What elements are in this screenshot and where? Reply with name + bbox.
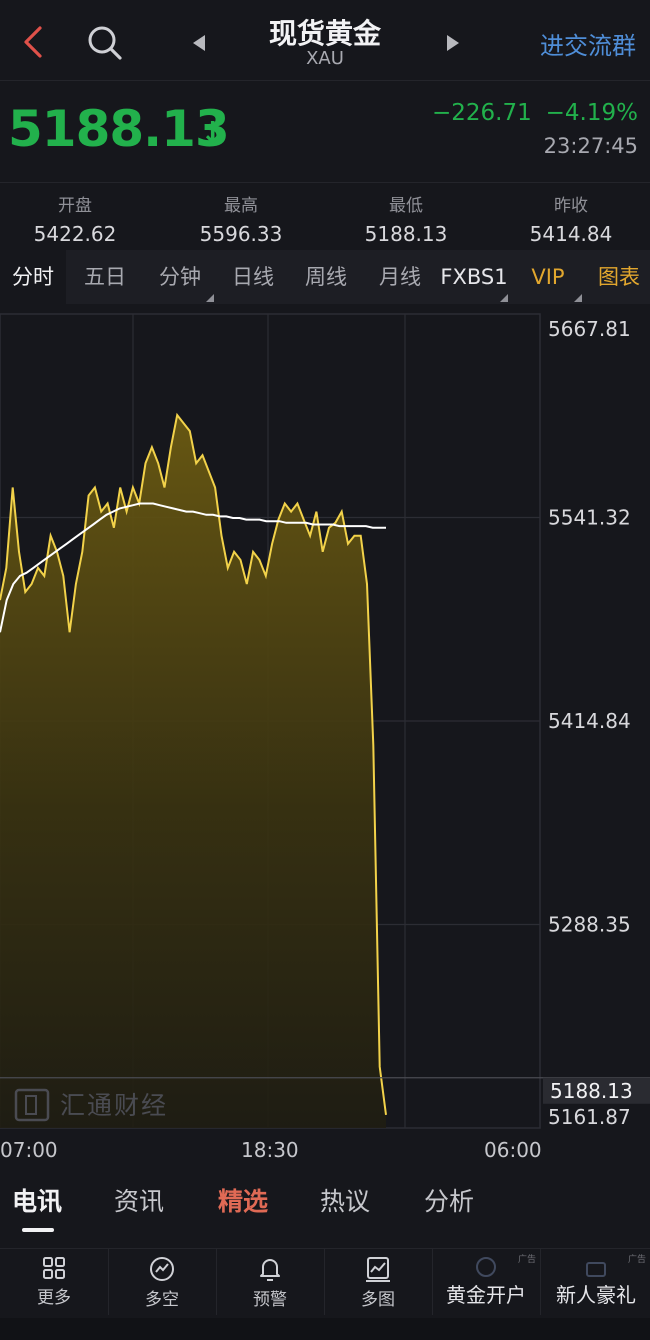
toolbar-label: 更多 xyxy=(37,1288,71,1308)
quote-panel: 5188.13 ↓ −226.71 −4.19% 23:27:45 xyxy=(0,80,650,183)
intraday-chart[interactable]: 5667.81 5541.32 5414.84 5288.35 5161.875188.… xyxy=(0,304,650,1168)
period-tabs: 分时 五日 分钟 日线 周线 月线 FXBS1 VIP 图表 xyxy=(0,250,650,304)
ad-badge: 广告 xyxy=(627,1255,646,1265)
x-tick-label: 06:00 xyxy=(484,1138,542,1162)
stat-value: 5422.62 xyxy=(33,222,117,246)
stat-label: 最高 xyxy=(224,196,258,216)
x-tick-label: 18:30 xyxy=(241,1138,299,1162)
stat-label: 最低 xyxy=(389,196,423,216)
tab-label: VIP xyxy=(531,265,565,289)
search-button[interactable] xyxy=(82,20,126,64)
stat-high: 最高 5596.33 xyxy=(166,183,316,246)
dropdown-corner-icon xyxy=(574,294,582,302)
tab-label: FXBS1 xyxy=(440,265,508,289)
stat-value: 5596.33 xyxy=(199,222,283,246)
news-tab-discussion[interactable]: 热议 xyxy=(320,1182,370,1218)
y-tick-label: 5288.35 xyxy=(548,913,631,937)
dropdown-corner-icon xyxy=(500,294,508,302)
alert-button[interactable]: 预警 xyxy=(216,1249,325,1315)
account-icon xyxy=(476,1257,496,1277)
stats-row: 开盘 5422.62 最高 5596.33 最低 5188.13 昨收 5414… xyxy=(0,183,650,249)
gold-account-ad-button[interactable]: 广告 黄金开户 xyxy=(432,1249,541,1315)
news-tab-info[interactable]: 资讯 xyxy=(114,1182,164,1218)
y-tick-label: 5667.81 xyxy=(548,317,631,341)
header-bar: 现货黄金 XAU 进交流群 xyxy=(0,0,650,81)
grid-icon xyxy=(43,1257,65,1279)
active-tab-indicator xyxy=(22,1228,54,1232)
triangle-left-icon xyxy=(193,35,205,51)
tab-weekly[interactable]: 周线 xyxy=(290,250,362,304)
stat-label: 开盘 xyxy=(58,196,92,216)
stat-low: 最低 5188.13 xyxy=(331,183,481,246)
stat-value: 5414.84 xyxy=(529,222,613,246)
watermark-logo-icon xyxy=(12,1086,52,1122)
toolbar-label: 多图 xyxy=(361,1290,395,1310)
toolbar-label: 新人豪礼 xyxy=(556,1283,636,1307)
bull-bear-icon xyxy=(150,1257,174,1281)
tab-fxbs1[interactable]: FXBS1 xyxy=(438,250,510,304)
next-instrument-button[interactable] xyxy=(440,30,466,56)
more-button[interactable]: 更多 xyxy=(0,1249,109,1315)
toolbar-label: 多空 xyxy=(145,1290,179,1310)
tab-label: 分钟 xyxy=(159,265,201,289)
multi-chart-icon xyxy=(366,1257,390,1282)
stat-value: 5188.13 xyxy=(364,222,448,246)
bell-icon xyxy=(260,1259,280,1281)
chevron-left-icon xyxy=(24,26,42,58)
search-icon xyxy=(88,26,122,60)
current-price: 5188.13 xyxy=(8,100,230,158)
quote-time: 23:27:45 xyxy=(543,134,638,158)
news-tab-analysis[interactable]: 分析 xyxy=(424,1182,474,1218)
tab-minute[interactable]: 分钟 xyxy=(144,250,216,304)
bull-bear-button[interactable]: 多空 xyxy=(108,1249,217,1315)
arrow-down-icon: ↓ xyxy=(200,116,226,151)
x-tick-label: 07:00 xyxy=(0,1138,58,1162)
watermark-text: 汇通财经 xyxy=(60,1091,169,1120)
stat-label: 昨收 xyxy=(554,196,588,216)
toolbar-label: 预警 xyxy=(253,1290,287,1310)
tab-chart-settings[interactable]: 图表 xyxy=(588,250,650,304)
last-price-label: 5188.13 xyxy=(550,1079,633,1103)
tab-monthly[interactable]: 月线 xyxy=(364,250,436,304)
triangle-right-icon xyxy=(447,35,459,51)
gift-icon xyxy=(586,1262,606,1277)
instrument-code: XAU xyxy=(306,48,344,69)
toolbar-label: 黄金开户 xyxy=(446,1283,526,1307)
y-tick-label: 5161.87 xyxy=(548,1105,631,1129)
y-tick-label: 5541.32 xyxy=(548,506,631,530)
news-tab-telegraph[interactable]: 电讯 xyxy=(12,1182,62,1218)
multi-chart-button[interactable]: 多图 xyxy=(324,1249,433,1315)
news-tabs: 电讯 资讯 精选 热议 分析 xyxy=(0,1170,650,1249)
price-change-percent: −4.19% xyxy=(545,100,638,126)
stat-open: 开盘 5422.62 xyxy=(0,183,150,246)
tab-daily[interactable]: 日线 xyxy=(218,250,288,304)
stat-prev-close: 昨收 5414.84 xyxy=(496,183,646,246)
system-home-bar xyxy=(0,1318,650,1340)
y-tick-label: 5414.84 xyxy=(548,709,631,733)
tab-five-day[interactable]: 五日 xyxy=(70,250,140,304)
tab-intraday[interactable]: 分时 xyxy=(0,250,66,304)
bottom-toolbar: 更多 多空 预警 多图 广告 黄金开户 广告 新人豪礼 xyxy=(0,1249,650,1315)
price-change: −226.71 xyxy=(432,100,532,126)
prev-instrument-button[interactable] xyxy=(186,30,212,56)
news-tab-featured[interactable]: 精选 xyxy=(218,1182,268,1218)
ad-badge: 广告 xyxy=(517,1255,536,1265)
dropdown-corner-icon xyxy=(206,294,214,302)
price-area-fill xyxy=(0,415,386,1129)
newcomer-gift-ad-button[interactable]: 广告 新人豪礼 xyxy=(542,1249,650,1315)
page-title: 现货黄金 xyxy=(268,17,381,50)
tab-vip[interactable]: VIP xyxy=(512,250,584,304)
back-button[interactable] xyxy=(14,20,54,64)
join-group-link[interactable]: 进交流群 xyxy=(540,26,636,61)
